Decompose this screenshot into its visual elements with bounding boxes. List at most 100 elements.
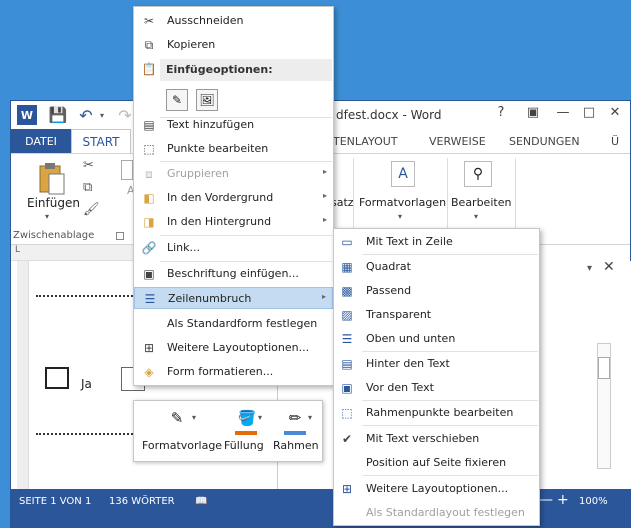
caption-icon: ▣ [143,267,155,281]
paste-picture-icon[interactable]: 🖼 [196,89,218,111]
wrap-top-bottom-icon: ☰ [341,332,353,346]
move-with-text[interactable]: ✔ Mit Text verschieben [334,428,539,450]
pane-close-icon[interactable]: ✕ [603,259,615,275]
vertical-ruler[interactable] [17,261,29,489]
menu-item-group[interactable]: ⧈ Gruppieren ▸ [134,163,333,185]
menu-label: Text hinzufügen [167,118,255,131]
menu-item-set-default-shape[interactable]: Als Standardform festlegen [134,313,333,335]
pane-options-icon[interactable]: ▾ [587,263,592,274]
wrap-front-icon: ▣ [341,381,353,395]
checkbox-shape[interactable] [45,367,69,389]
outline-button[interactable]: Rahmen [273,439,319,452]
wrap-top-bottom[interactable]: ☰ Oben und unten [334,328,539,350]
tab-seitenlayout[interactable]: TENLAYOUT [333,129,398,153]
menu-item-edit-points[interactable]: ⬚ Punkte bearbeiten [134,138,333,160]
wrap-in-front-of-text[interactable]: ▣ Vor den Text [334,377,539,399]
cut-icon[interactable]: ✂ [83,158,94,173]
help-button[interactable]: ? [489,105,513,125]
wrap-behind-text[interactable]: ▤ Hinter den Text [334,353,539,375]
edit-wrap-points-icon: ⬚ [341,406,353,420]
menu-item-link[interactable]: 🔗 Link... [134,237,333,259]
wrap-tight[interactable]: ▩ Passend [334,280,539,302]
more-layout-options[interactable]: ⊞ Weitere Layoutoptionen... [334,478,539,500]
font-name-box[interactable] [121,160,133,180]
word-count[interactable]: 136 WÖRTER [109,496,175,507]
page-count[interactable]: SEITE 1 VON 1 [19,496,91,507]
ribbon-display-button[interactable]: ▣ [521,105,545,125]
bring-forward-icon: ◧ [143,191,155,205]
wrap-through[interactable]: ▨ Transparent [334,304,539,326]
styles-button[interactable]: Formatvorlagen [359,196,446,209]
menu-item-add-text[interactable]: ▤ Text hinzufügen [134,114,333,136]
wrap-square[interactable]: ▦ Quadrat [334,256,539,278]
fix-position-on-page[interactable]: Position auf Seite fixieren [334,452,539,474]
outline-dropdown-icon[interactable]: ▾ [308,413,312,422]
text-box-icon: ▤ [143,118,155,132]
wrap-inline[interactable]: ▭ Mit Text in Zeile [334,231,539,253]
maximize-button[interactable]: □ [577,105,601,125]
outline-color-bar [284,431,306,435]
paste-icon[interactable] [38,162,66,196]
save-icon[interactable]: 💾 [49,105,68,125]
copy-icon[interactable]: ⧉ [83,180,92,195]
proofing-icon[interactable]: 📖 [195,496,207,507]
menu-item-caption[interactable]: ▣ Beschriftung einfügen... [134,263,333,285]
submenu-label: Passend [366,284,412,297]
menu-item-bring-front[interactable]: ◧ In den Vordergrund ▸ [134,187,333,209]
undo-dropdown-icon[interactable]: ▾ [97,105,107,125]
zoom-out-button[interactable]: — [539,492,553,508]
context-menu: ✂ Ausschneiden ⧉ Kopieren 📋 Einfügeoptio… [133,6,334,386]
menu-separator [362,254,538,255]
editing-button[interactable]: Bearbeiten [451,196,511,209]
fill-button[interactable]: Füllung [224,439,264,452]
paste-keep-source-icon[interactable]: ✎ [166,89,188,111]
wrap-text-submenu: ▭ Mit Text in Zeile ▦ Quadrat ▩ Passend … [333,228,540,526]
menu-separator [362,351,538,352]
set-default-layout[interactable]: Als Standardlayout festlegen [334,502,539,524]
styles-dropdown-icon[interactable]: ▾ [398,212,402,221]
close-button[interactable]: ✕ [603,105,627,125]
undo-icon[interactable]: ↶ [77,105,95,125]
ja-label: Ja [81,377,92,391]
tab-start[interactable]: START [71,129,131,153]
wrap-text-icon: ☰ [144,292,156,306]
paste-button[interactable]: Einfügen [27,196,80,210]
menu-separator [362,425,538,426]
shape-style-icon[interactable]: ✎ [160,407,194,433]
tab-datei[interactable]: DATEI [11,129,71,153]
submenu-label: Weitere Layoutoptionen... [366,482,509,495]
tab-ueberpruefen[interactable]: Ü [611,129,619,153]
format-painter-icon[interactable]: 🖌 [83,202,100,217]
outline-pen-icon[interactable]: ✏ [278,407,312,433]
menu-item-format-shape[interactable]: ◈ Form formatieren... [134,361,333,383]
menu-item-more-layout[interactable]: ⊞ Weitere Layoutoptionen... [134,337,333,359]
window-title: dfest.docx - Word [336,108,442,122]
submenu-label: Mit Text verschieben [366,432,480,445]
pane-scroll-thumb[interactable] [598,357,610,379]
submenu-label: Mit Text in Zeile [366,235,453,248]
shape-style-dropdown-icon[interactable]: ▾ [192,413,196,422]
zoom-in-button[interactable]: + [557,492,569,508]
submenu-label: Als Standardlayout festlegen [366,506,525,519]
minimize-button[interactable]: — [551,105,575,125]
shape-style-button[interactable]: Formatvorlage [142,439,222,452]
find-binoculars-icon[interactable]: ⚲ [464,161,492,187]
menu-label: In den Hintergrund [167,215,272,228]
paste-dropdown-icon[interactable]: ▾ [45,212,49,221]
menu-item-wrap-text[interactable]: ☰ Zeilenumbruch ▸ [134,287,333,309]
word-logo-icon: W [17,105,37,125]
zoom-level[interactable]: 100% [579,496,608,507]
menu-item-send-back[interactable]: ◨ In den Hintergrund ▸ [134,211,333,233]
menu-item-cut[interactable]: ✂ Ausschneiden [134,10,333,32]
clipboard-launcher-icon[interactable] [116,232,124,240]
tab-sendungen[interactable]: SENDUNGEN [509,129,580,153]
edit-wrap-points[interactable]: ⬚ Rahmenpunkte bearbeiten [334,402,539,424]
submenu-arrow-icon: ▸ [321,292,326,301]
styles-icon[interactable]: A [391,161,415,187]
menu-item-copy[interactable]: ⧉ Kopieren [134,34,333,56]
redo-icon[interactable]: ↷ [117,105,133,125]
editing-dropdown-icon[interactable]: ▾ [474,212,478,221]
fill-dropdown-icon[interactable]: ▾ [258,413,262,422]
submenu-label: Quadrat [366,260,411,273]
tab-verweise[interactable]: VERWEISE [429,129,486,153]
